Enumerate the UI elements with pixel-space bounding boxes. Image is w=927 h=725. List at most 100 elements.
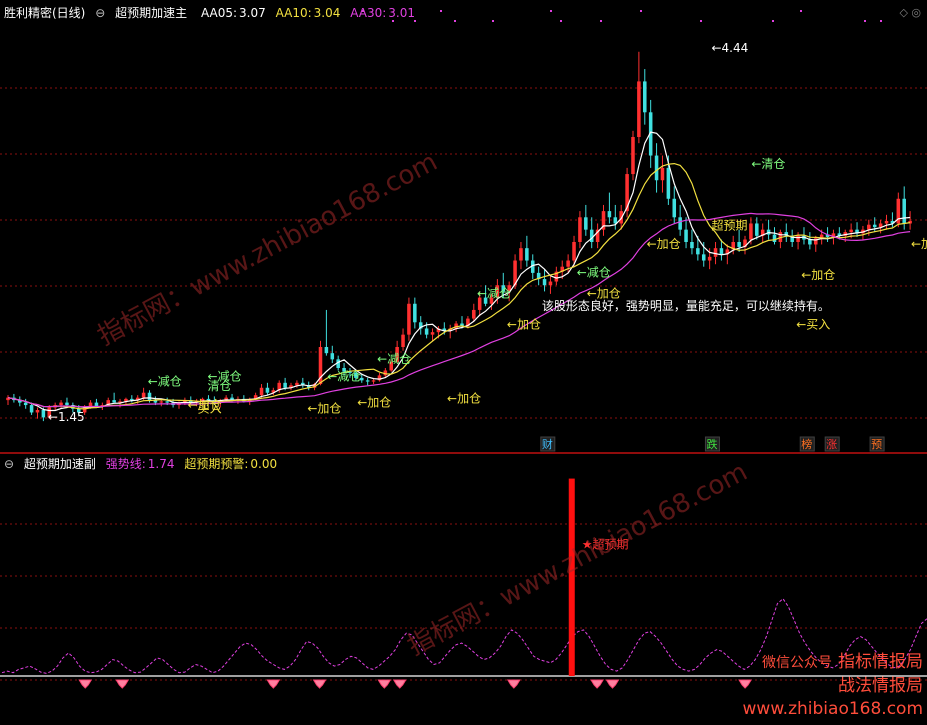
candle-body bbox=[41, 410, 46, 418]
signal-dot bbox=[700, 20, 702, 22]
candle-body bbox=[259, 387, 264, 396]
signal-dot bbox=[880, 20, 882, 22]
candle-body bbox=[684, 229, 688, 242]
event-badge-label: 预 bbox=[871, 438, 882, 451]
candle-body bbox=[371, 380, 376, 382]
candle-body bbox=[701, 254, 706, 261]
candle-body bbox=[35, 410, 40, 413]
candle-body bbox=[159, 401, 164, 403]
candle-body bbox=[295, 382, 299, 386]
candle-body bbox=[548, 281, 553, 286]
candle-body bbox=[690, 242, 694, 249]
chart-stage: 胜利精密(日线) ⊖ 超预期加速主 AA05: 3.07 AA10: 3.04 AA… bbox=[0, 0, 927, 725]
signal-dot bbox=[362, 10, 364, 12]
candle-body bbox=[59, 402, 63, 406]
candle-body bbox=[413, 303, 417, 323]
candle-body bbox=[867, 224, 871, 230]
annotation-label: ←1.45 bbox=[48, 410, 85, 424]
annotation-label: 超预期 bbox=[711, 218, 747, 233]
annotation-label: ←加仓 bbox=[357, 395, 391, 409]
event-badge-label: 跌 bbox=[706, 437, 717, 451]
signal-dot bbox=[414, 20, 416, 22]
annotation-label: ←加仓 bbox=[307, 401, 341, 415]
signal-dot bbox=[454, 20, 456, 22]
event-badge-label: 榜 bbox=[801, 437, 812, 451]
annotation-label: ←加仓 bbox=[801, 268, 835, 282]
corner-brand-top: 微信公众号 指标情报局 bbox=[762, 652, 923, 673]
candle-body bbox=[584, 217, 588, 230]
candle-body bbox=[519, 248, 523, 261]
candle-body bbox=[637, 81, 641, 137]
candle-body bbox=[884, 221, 889, 224]
corner-url: www.zhibiao168.com bbox=[742, 699, 923, 719]
annotation-label: ←减仓 bbox=[327, 369, 361, 383]
annotation-label: ←减仓 bbox=[148, 374, 182, 388]
candle-body bbox=[660, 167, 665, 181]
candle-body bbox=[578, 217, 582, 242]
candle-body bbox=[94, 402, 99, 407]
annotation-label: ←减仓 bbox=[477, 287, 511, 301]
candle-body bbox=[678, 217, 682, 230]
candle-body bbox=[330, 353, 335, 360]
annotation-label: ←加仓 bbox=[507, 317, 541, 331]
annotation-label: ←减仓 bbox=[377, 352, 411, 366]
signal-dot bbox=[550, 10, 552, 12]
annotation-label: 清仓 bbox=[208, 379, 232, 393]
candle-body bbox=[265, 387, 270, 393]
diamond-marker bbox=[312, 679, 327, 689]
annotation-label: ←买入 bbox=[796, 317, 830, 331]
signal-dot bbox=[800, 10, 802, 12]
candle-body bbox=[147, 392, 152, 401]
candle-body bbox=[654, 155, 659, 181]
candle-body bbox=[472, 309, 476, 319]
signal-dot bbox=[560, 20, 562, 22]
annotation-label: ←减仓 bbox=[577, 266, 611, 280]
diamond-marker bbox=[738, 679, 752, 689]
diamond-marker bbox=[392, 679, 407, 689]
candle-body bbox=[796, 235, 800, 242]
candle-body bbox=[643, 81, 647, 113]
candle-body bbox=[672, 198, 677, 218]
corner-brand-mid: 战法情报局 bbox=[838, 676, 923, 696]
candle-body bbox=[141, 392, 146, 398]
annotation-label: ←清仓 bbox=[751, 157, 785, 171]
candle-body bbox=[29, 405, 34, 413]
signal-dot bbox=[772, 20, 774, 22]
candle-body bbox=[23, 402, 28, 406]
candle-body bbox=[719, 248, 724, 255]
candle-body bbox=[112, 400, 116, 403]
diamond-marker bbox=[506, 679, 521, 689]
diamond-marker bbox=[590, 679, 604, 689]
candle-body bbox=[589, 229, 594, 242]
candle-body bbox=[902, 198, 906, 224]
annotation-label: ←4.44 bbox=[711, 41, 748, 55]
candle-body bbox=[607, 211, 612, 218]
candle-body bbox=[165, 401, 169, 403]
candle-body bbox=[737, 242, 741, 247]
candle-body bbox=[65, 402, 69, 406]
candle-body bbox=[283, 382, 287, 388]
candle-body bbox=[713, 248, 718, 257]
annotation-label: ←加仓 bbox=[447, 392, 481, 406]
diamond-marker bbox=[266, 679, 281, 689]
annotation-label: 买入 bbox=[198, 401, 222, 415]
annotation-label: ←加 bbox=[911, 237, 927, 251]
diamond-marker bbox=[605, 679, 620, 689]
candle-body bbox=[401, 334, 405, 347]
candle-body bbox=[849, 229, 853, 233]
diamond-marker bbox=[115, 679, 130, 689]
candle-body bbox=[430, 332, 435, 335]
event-badge-label: 财 bbox=[542, 437, 553, 451]
brand-name-1: 指标情报局 bbox=[838, 652, 923, 672]
candle-body bbox=[666, 167, 671, 199]
candle-body bbox=[525, 248, 529, 261]
candle-body bbox=[808, 239, 812, 245]
candle-body bbox=[566, 260, 570, 267]
signal-dot bbox=[392, 20, 394, 22]
candle-body bbox=[872, 224, 877, 228]
candle-body bbox=[324, 347, 329, 354]
ma5-line bbox=[7, 131, 911, 412]
candle-body bbox=[424, 328, 429, 335]
commentary-text: 该股形态良好，强势明显，量能充足，可以继续持有。 bbox=[542, 298, 830, 313]
wechat-label: 微信公众号 bbox=[762, 655, 832, 671]
